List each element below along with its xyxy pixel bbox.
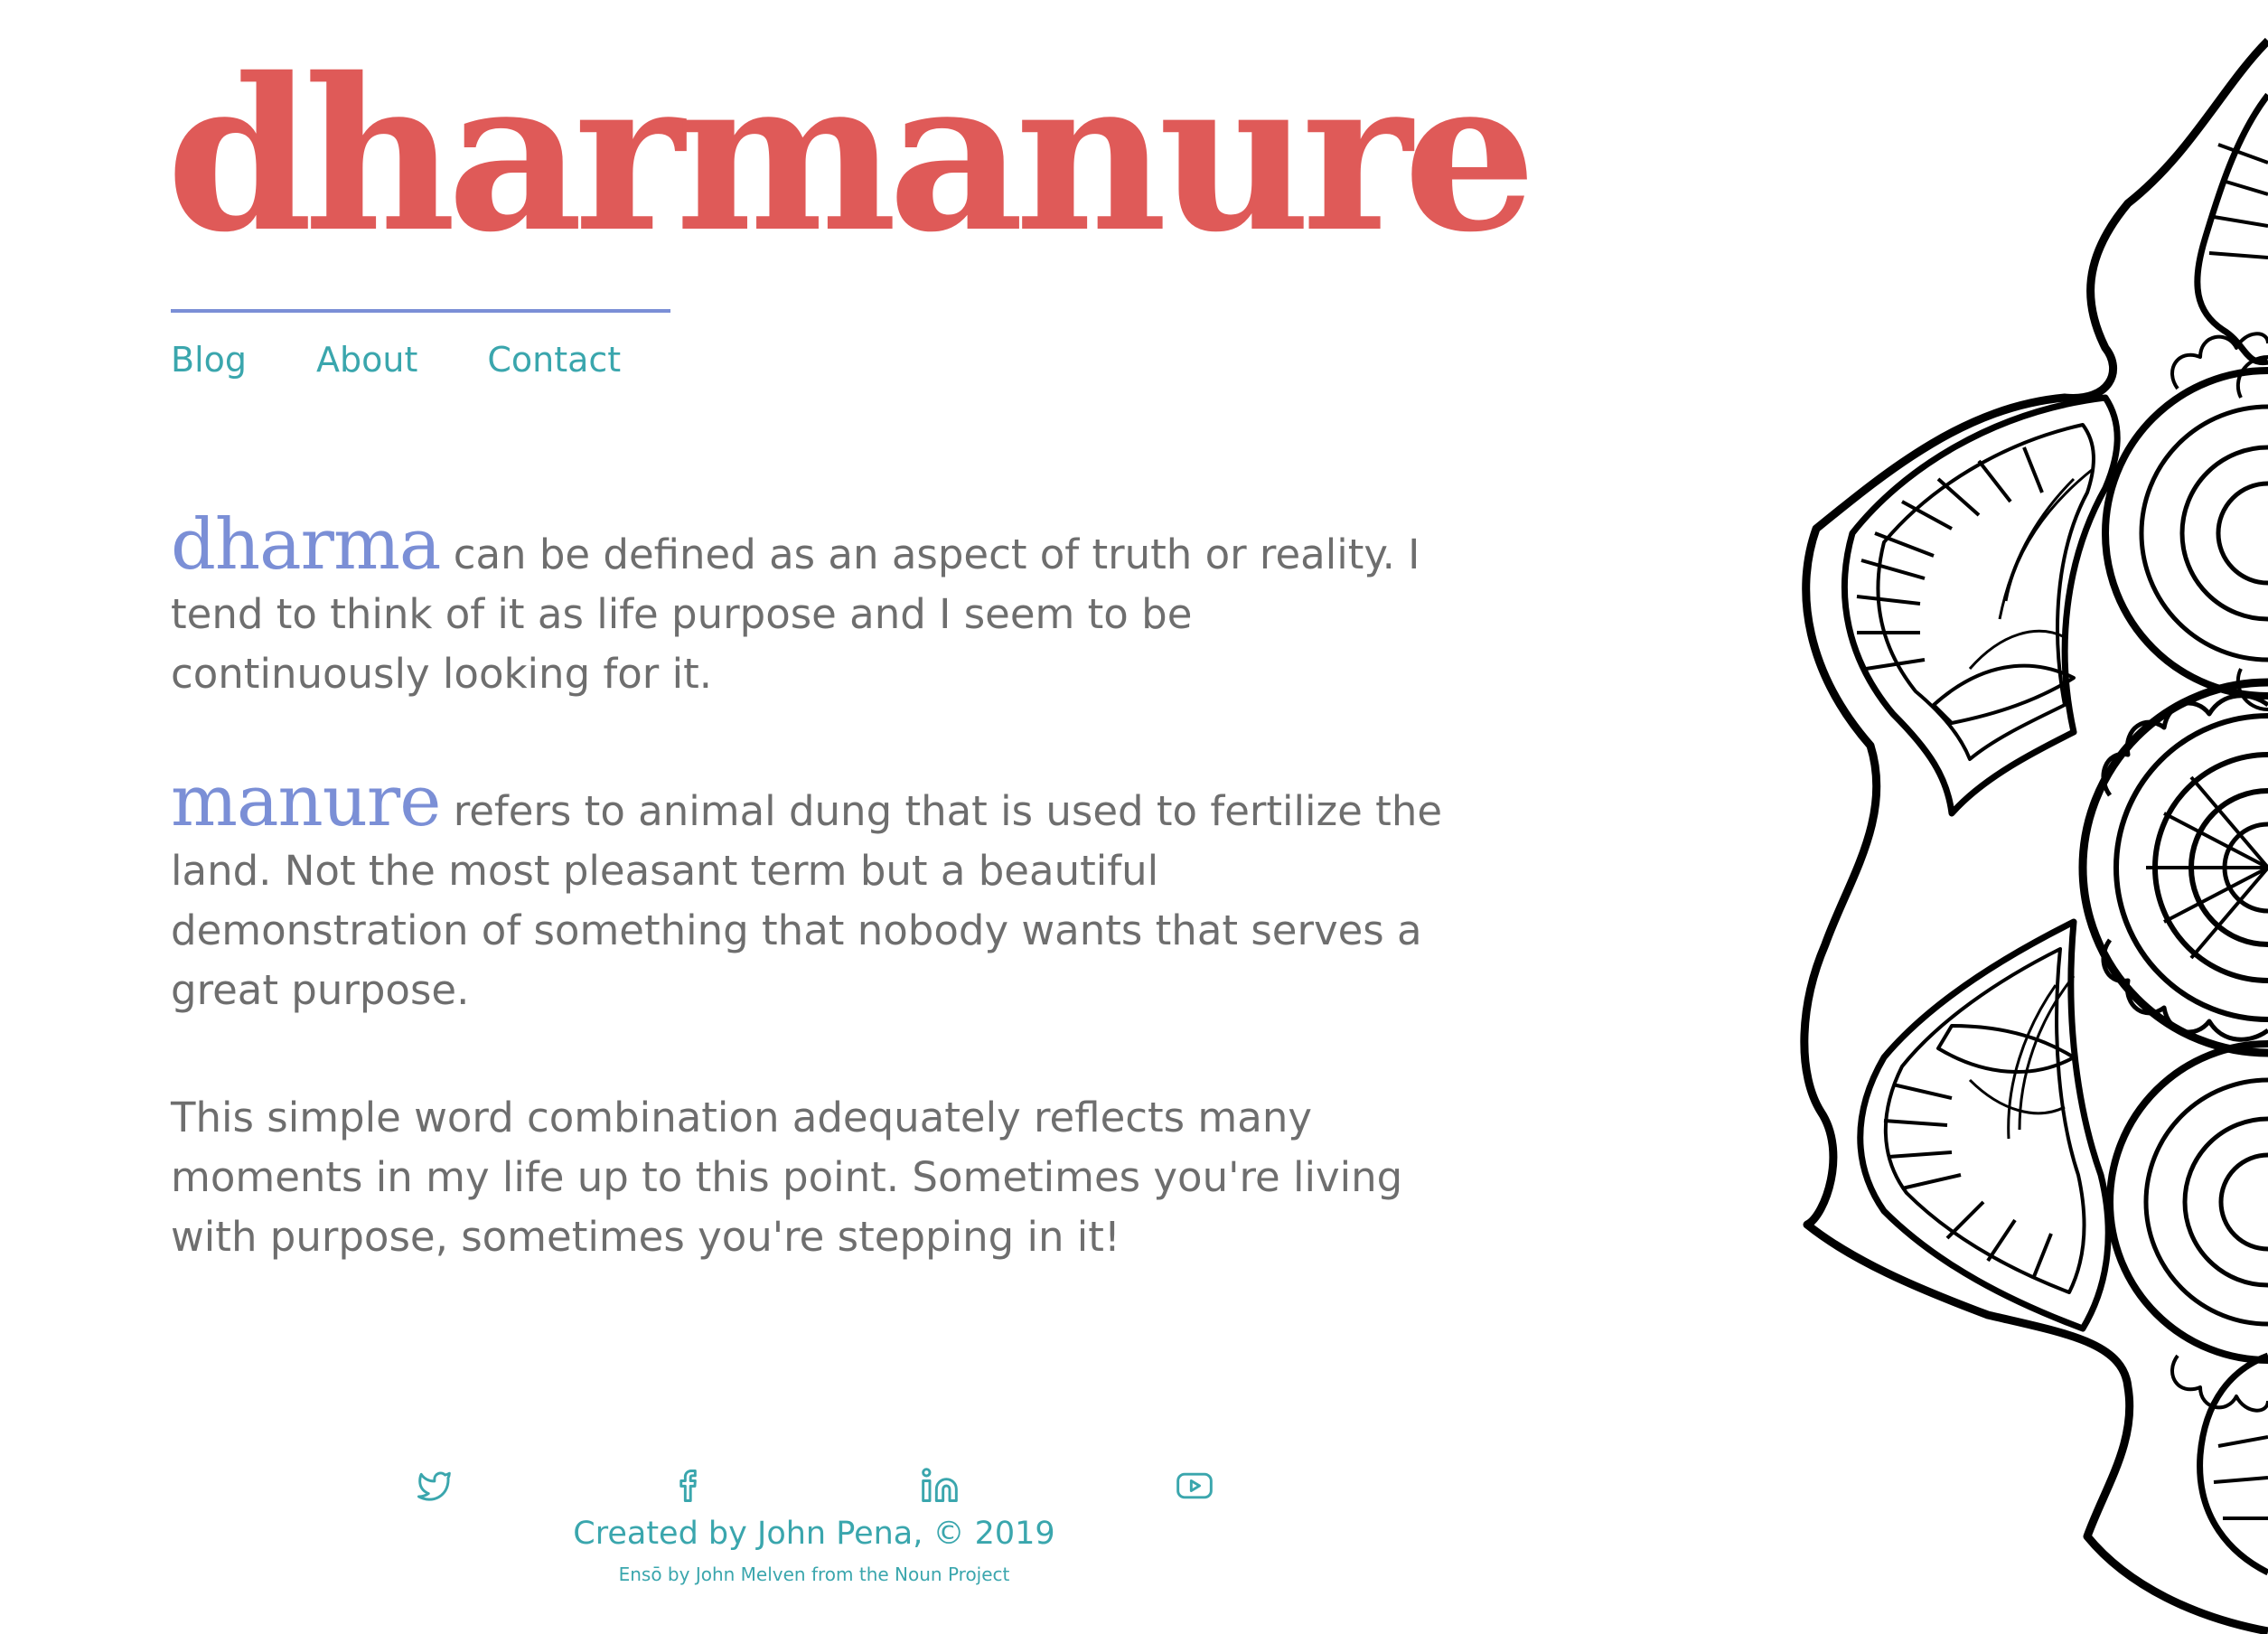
nav-about-link[interactable]: About (316, 340, 417, 381)
facebook-icon[interactable] (669, 1466, 708, 1506)
intro-content: dharma can be defined as an aspect of tr… (171, 510, 1454, 1335)
closing-text: This simple word combination adequately … (171, 1094, 1403, 1261)
mandala-illustration (1767, 0, 2268, 1634)
nav-contact-link[interactable]: Contact (487, 340, 621, 381)
closing-paragraph: This simple word combination adequately … (171, 1088, 1454, 1267)
youtube-icon[interactable] (1175, 1466, 1214, 1506)
dharma-paragraph: dharma can be defined as an aspect of tr… (171, 510, 1454, 704)
footer-attribution: Ensō by John Melven from the Noun Projec… (618, 1564, 1010, 1585)
manure-term: manure (171, 761, 441, 842)
footer-credit: Created by John Pena, © 2019 (573, 1516, 1055, 1552)
main-nav: Blog About Contact (171, 340, 621, 381)
dharma-term: dharma (171, 504, 441, 586)
site-title: dharmanure (166, 32, 1536, 278)
linkedin-icon[interactable] (920, 1466, 960, 1506)
social-links (0, 1466, 1626, 1517)
manure-paragraph: manure refers to animal dung that is use… (171, 766, 1454, 1020)
nav-blog-link[interactable]: Blog (171, 340, 247, 381)
title-divider (171, 309, 670, 313)
twitter-icon[interactable] (413, 1466, 453, 1506)
